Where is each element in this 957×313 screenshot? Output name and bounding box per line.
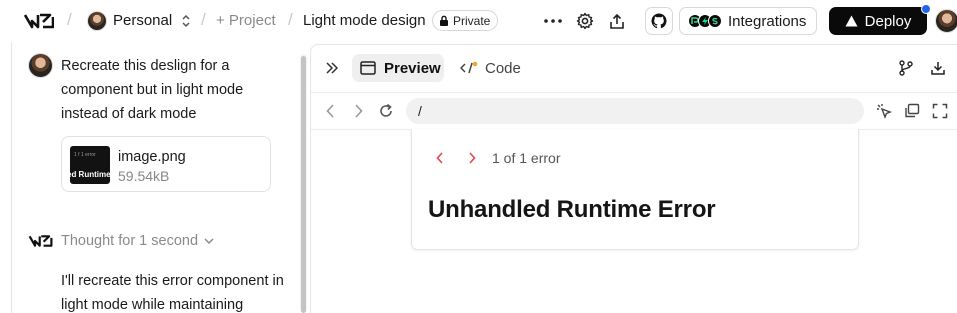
attachment-name: image.png	[118, 149, 186, 165]
error-counter: 1 of 1 error	[492, 150, 561, 166]
share-upload-icon[interactable]	[606, 10, 628, 32]
fullscreen-icon[interactable]	[929, 100, 951, 122]
error-overlay-card	[411, 129, 859, 250]
user-message-avatar	[28, 53, 53, 78]
back-arrow-icon[interactable]	[320, 101, 340, 121]
integration-icons	[688, 14, 722, 28]
triangle-icon	[845, 15, 858, 27]
new-project-link[interactable]: + Project	[216, 12, 276, 29]
notification-dot	[921, 4, 931, 14]
v0-logo-icon[interactable]	[24, 12, 54, 30]
previous-error-icon[interactable]	[431, 149, 449, 167]
thought-toggle[interactable]: Thought for 1 second	[61, 233, 214, 249]
gear-icon[interactable]	[574, 10, 596, 32]
breadcrumb-separator: /	[288, 10, 293, 29]
v0-assistant-icon	[28, 235, 53, 247]
tab-code[interactable]: Code	[460, 54, 521, 82]
expand-sidebar-icon[interactable]	[322, 58, 342, 78]
code-icon	[460, 61, 478, 74]
deploy-label: Deploy	[864, 12, 912, 30]
panel-border	[11, 42, 12, 313]
chevron-up-down-icon[interactable]	[180, 13, 192, 29]
top-bar: / Personal / + Project / Light mode desi…	[0, 0, 957, 42]
tab-preview-label: Preview	[384, 59, 441, 77]
thumbnail-caption: ed Runtime	[70, 170, 110, 179]
workspace-avatar	[87, 11, 107, 31]
url-value: /	[418, 103, 422, 119]
lock-icon	[440, 15, 448, 26]
url-input[interactable]: /	[406, 98, 864, 124]
thumbnail-title: 1 f 1 error	[74, 152, 96, 158]
assistant-message: I'll recreate this error component in li…	[61, 273, 284, 313]
user-avatar[interactable]	[935, 9, 957, 33]
integrations-label: Integrations	[728, 12, 807, 30]
tab-preview[interactable]: Preview	[352, 54, 444, 82]
forward-arrow-icon[interactable]	[348, 101, 368, 121]
element-select-icon[interactable]	[873, 100, 895, 122]
private-badge: Private	[432, 10, 499, 31]
git-branch-icon[interactable]	[895, 57, 917, 79]
chevron-down-icon	[204, 237, 214, 244]
thought-label: Thought for 1 second	[61, 233, 199, 249]
attachment-thumbnail: 1 f 1 error ed Runtime	[70, 146, 110, 184]
stripe-icon	[708, 14, 722, 28]
refresh-icon[interactable]	[376, 101, 396, 121]
github-icon	[651, 13, 667, 29]
breadcrumb-separator: /	[67, 10, 72, 29]
download-icon[interactable]	[927, 57, 949, 79]
browser-window-icon	[360, 61, 376, 75]
attachment-size: 59.54kB	[118, 168, 170, 184]
tab-code-label: Code	[485, 59, 521, 77]
integrations-button[interactable]: Integrations	[679, 7, 818, 35]
copy-window-icon[interactable]	[901, 100, 923, 122]
error-title: Unhandled Runtime Error	[428, 196, 716, 223]
image-attachment[interactable]: 1 f 1 error ed Runtime image.png 59.54kB	[61, 136, 271, 192]
github-button[interactable]	[645, 7, 673, 35]
project-title[interactable]: Light mode design	[303, 12, 426, 29]
breadcrumb-separator: /	[201, 10, 206, 29]
next-error-icon[interactable]	[463, 149, 481, 167]
private-badge-label: Private	[453, 13, 491, 28]
deploy-button[interactable]: Deploy	[829, 7, 927, 35]
user-message: Recreate this deslign for a component bu…	[61, 58, 244, 122]
chat-scrollbar-thumb[interactable]	[301, 56, 306, 313]
workspace-name[interactable]: Personal	[113, 12, 172, 29]
preview-toolbar-divider	[311, 92, 957, 93]
more-options-icon[interactable]	[542, 10, 564, 32]
